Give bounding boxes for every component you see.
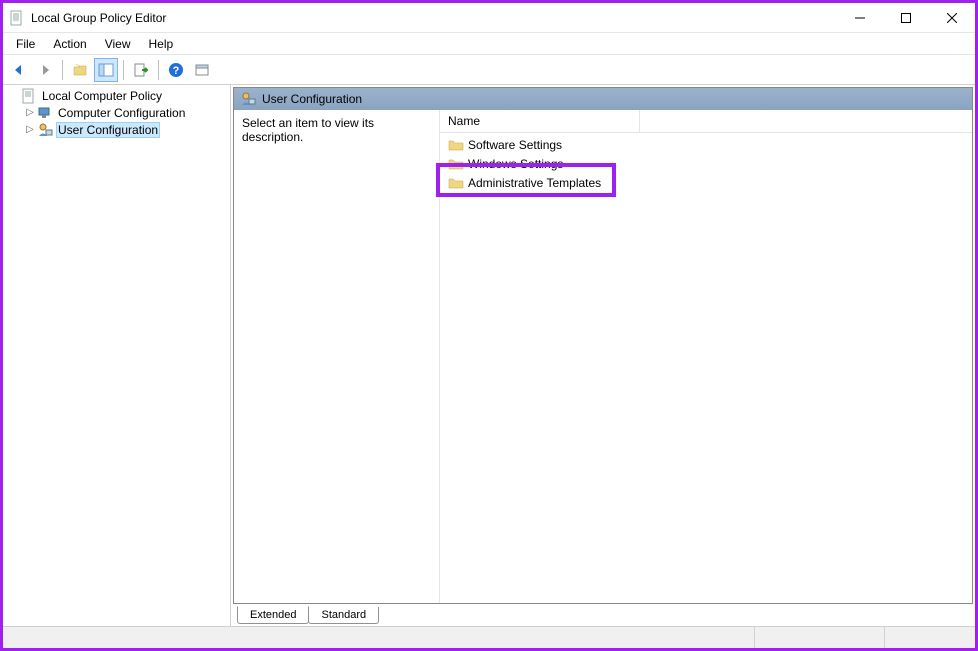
minimize-button[interactable]: [837, 3, 883, 32]
user-config-icon: [240, 91, 256, 107]
description-text: Select an item to view its description.: [242, 116, 374, 144]
up-button[interactable]: [68, 58, 92, 82]
details-panel: User Configuration Select an item to vie…: [231, 85, 975, 626]
folder-icon: [448, 175, 464, 191]
menu-action[interactable]: Action: [44, 35, 95, 53]
status-cell: [885, 627, 975, 648]
description-column: Select an item to view its description.: [234, 110, 440, 603]
column-name[interactable]: Name: [440, 110, 640, 132]
expand-icon[interactable]: ▷: [23, 124, 37, 135]
list-item-label: Windows Settings: [468, 157, 563, 171]
status-bar: [3, 626, 975, 648]
content-body: Select an item to view its description. …: [234, 110, 972, 603]
maximize-button[interactable]: [883, 3, 929, 32]
status-cell: [3, 627, 755, 648]
policy-icon: [21, 88, 37, 104]
tree-root-label: Local Computer Policy: [40, 89, 164, 103]
main-area: Local Computer Policy ▷ Computer Configu…: [3, 85, 975, 626]
tab-extended[interactable]: Extended: [237, 606, 309, 624]
app-icon: [9, 10, 25, 26]
tree-item-computer-config[interactable]: ▷ Computer Configuration: [21, 104, 230, 121]
tree-root[interactable]: Local Computer Policy: [5, 87, 230, 104]
menu-file[interactable]: File: [7, 35, 44, 53]
toolbar-separator: [123, 60, 124, 80]
close-button[interactable]: [929, 3, 975, 32]
list-item-label: Administrative Templates: [468, 176, 601, 190]
list-item-label: Software Settings: [468, 138, 562, 152]
tree-item-user-config[interactable]: ▷ User Configuration: [21, 121, 230, 138]
tree-label-selected: User Configuration: [56, 122, 160, 138]
title-bar: Local Group Policy Editor: [3, 3, 975, 33]
list-item[interactable]: Windows Settings: [444, 154, 968, 173]
forward-button[interactable]: [33, 58, 57, 82]
toolbar-separator: [158, 60, 159, 80]
content-header: User Configuration: [234, 88, 972, 110]
tab-standard[interactable]: Standard: [308, 607, 379, 624]
user-config-icon: [37, 122, 53, 138]
content-wrap: User Configuration Select an item to vie…: [233, 87, 973, 604]
status-cell: [755, 627, 885, 648]
show-hide-tree-button[interactable]: [94, 58, 118, 82]
filter-button[interactable]: [190, 58, 214, 82]
list-column: Name Software Settings: [440, 110, 972, 603]
computer-config-icon: [37, 105, 53, 121]
svg-text:?: ?: [173, 65, 180, 77]
toolbar-separator: [62, 60, 63, 80]
help-button[interactable]: ?: [164, 58, 188, 82]
menu-bar: File Action View Help: [3, 33, 975, 55]
folder-icon: [448, 137, 464, 153]
tabs-row: Extended Standard: [233, 604, 973, 624]
back-button[interactable]: [7, 58, 31, 82]
list-header: Name: [440, 110, 972, 133]
list-item[interactable]: Software Settings: [444, 135, 968, 154]
toolbar: ?: [3, 55, 975, 85]
tree-label: Computer Configuration: [56, 106, 187, 120]
content-heading: User Configuration: [262, 92, 362, 106]
export-button[interactable]: [129, 58, 153, 82]
expand-icon[interactable]: ▷: [23, 107, 37, 118]
list-item[interactable]: Administrative Templates: [444, 173, 968, 192]
menu-help[interactable]: Help: [140, 35, 183, 53]
menu-view[interactable]: View: [96, 35, 140, 53]
list-items: Software Settings Windows Settings: [440, 133, 972, 603]
window-controls: [837, 3, 975, 32]
tree-panel: Local Computer Policy ▷ Computer Configu…: [3, 85, 231, 626]
folder-icon: [448, 156, 464, 172]
window-title: Local Group Policy Editor: [31, 11, 837, 25]
